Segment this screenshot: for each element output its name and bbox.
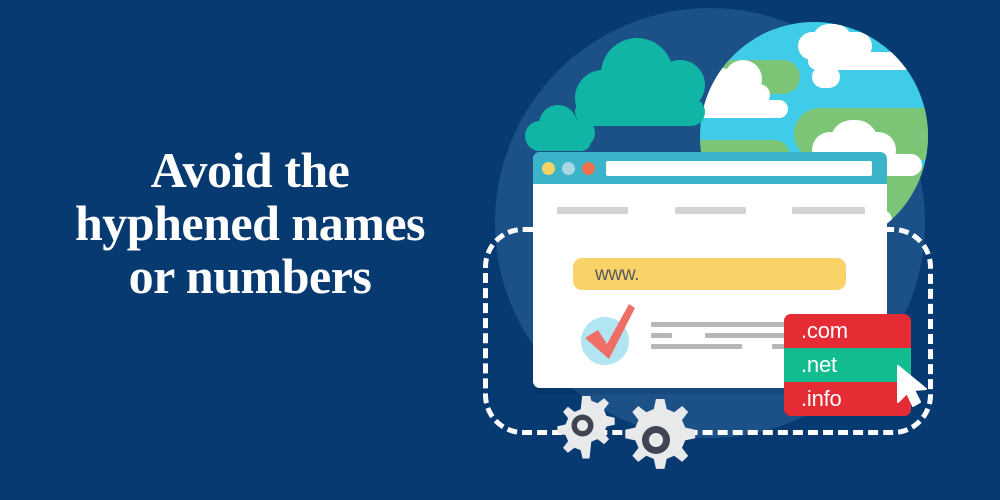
browser-content: www. .com .net .info	[533, 184, 927, 416]
url-input[interactable]	[606, 160, 872, 176]
headline-line-3: or numbers	[128, 248, 372, 304]
domain-option-net[interactable]: .net	[784, 348, 911, 382]
browser-window: www. .com .net .info	[533, 152, 927, 416]
result-text-bar	[651, 344, 742, 349]
globe-cloud-1d	[700, 100, 788, 118]
domain-search-value: www.	[595, 264, 640, 285]
domain-option-com[interactable]: .com	[784, 314, 911, 348]
window-dot-yellow-icon[interactable]	[542, 161, 555, 175]
headline-line-1: Avoid the	[150, 142, 350, 198]
mouse-pointer-icon[interactable]	[896, 364, 930, 408]
promo-banner: Avoid the hyphened names or numbers www.…	[0, 0, 1000, 500]
window-dot-blue-icon[interactable]	[562, 161, 575, 175]
result-text-bar	[651, 322, 806, 327]
domain-search-input[interactable]: www.	[573, 258, 846, 290]
gear-small-icon	[557, 396, 615, 459]
nav-placeholder-1[interactable]	[557, 207, 628, 214]
globe-cloud-2d	[812, 66, 840, 88]
domain-extension-list: .com .net .info	[784, 314, 911, 416]
nav-placeholder-row	[557, 207, 865, 214]
gear-large-icon	[625, 399, 696, 469]
check-mark-icon	[585, 304, 635, 359]
globe-cloud-1c	[724, 60, 762, 98]
page-title: Avoid the hyphened names or numbers	[20, 144, 480, 303]
browser-titlebar	[533, 152, 887, 184]
result-text-bar	[651, 333, 672, 338]
headline-line-2: hyphened names	[74, 195, 426, 251]
window-dot-orange-icon[interactable]	[582, 161, 595, 175]
nav-placeholder-2[interactable]	[674, 207, 746, 214]
nav-placeholder-3[interactable]	[792, 207, 865, 214]
domain-option-info[interactable]: .info	[784, 382, 911, 416]
